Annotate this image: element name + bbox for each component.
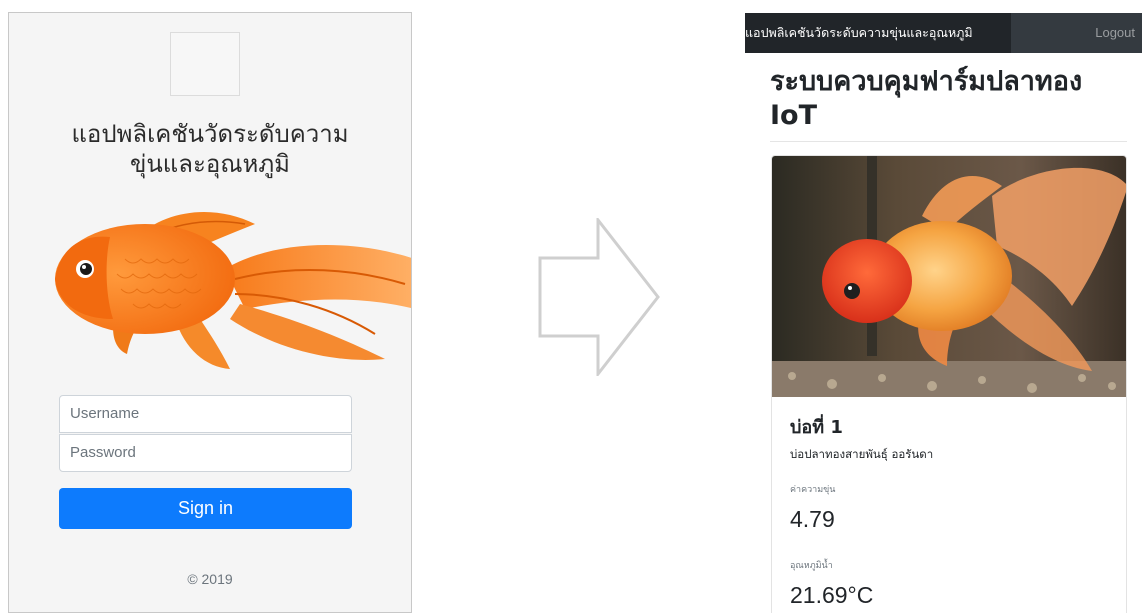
goldfish-photo <box>772 156 1126 397</box>
sign-in-button[interactable]: Sign in <box>59 488 352 529</box>
navbar-brand[interactable]: แอปพลิเคชันวัดระดับความขุ่นและอุณหภูมิ <box>745 13 1011 53</box>
pond-subtitle: บ่อปลาทองสายพันธุ์ ออรันดา <box>790 447 934 461</box>
right-arrow-icon <box>538 218 660 376</box>
login-screen: แอปพลิเคชันวัดระดับความขุ่นและอุณหภูมิ U… <box>8 12 412 613</box>
turbidity-value: 4.79 <box>790 506 835 532</box>
turbidity-label: ค่าความขุ่น <box>790 485 836 495</box>
navbar: แอปพลิเคชันวัดระดับความขุ่นและอุณหภูมิ L… <box>745 13 1142 53</box>
logo-placeholder <box>170 32 240 96</box>
password-input[interactable]: Password <box>59 434 352 472</box>
dashboard-screen: แอปพลิเคชันวัดระดับความขุ่นและอุณหภูมิ L… <box>745 13 1142 613</box>
page-title: ระบบควบคุมฟาร์มปลาทอง IoT <box>770 66 1083 131</box>
temperature-label: อุณหภูมิน้ำ <box>790 561 833 571</box>
divider <box>770 141 1127 142</box>
username-input[interactable]: Username <box>59 395 352 433</box>
goldfish-illustration <box>55 212 411 369</box>
login-title: แอปพลิเคชันวัดระดับความขุ่นและอุณหภูมิ <box>71 120 349 178</box>
temperature-value: 21.69°C <box>790 582 874 608</box>
pond-title: บ่อที่ 1 <box>790 417 843 438</box>
logout-link[interactable]: Logout <box>1095 13 1135 53</box>
copyright-text: © 2019 <box>187 571 233 587</box>
pond-card: บ่อที่ 1 บ่อปลาทองสายพันธุ์ ออรันดา ค่าค… <box>771 155 1127 613</box>
